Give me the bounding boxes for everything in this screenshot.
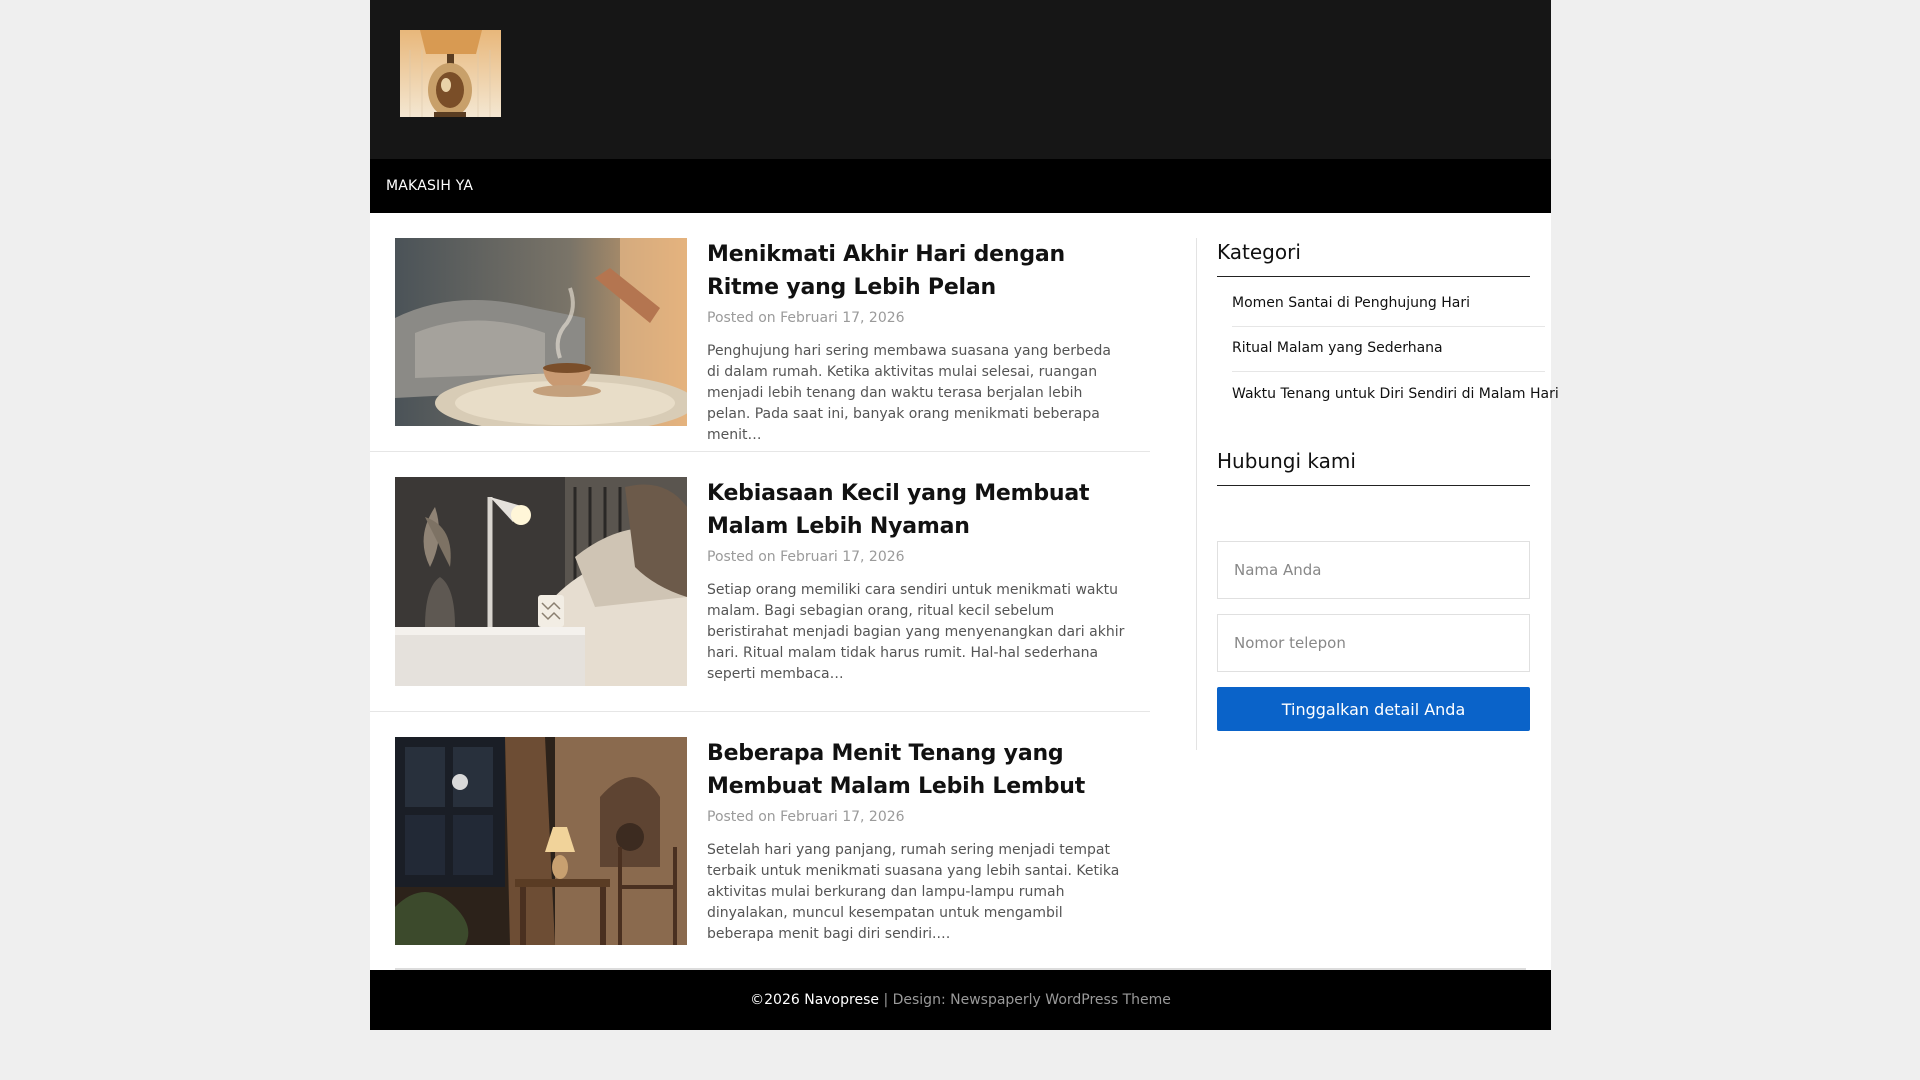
post-excerpt: Penghujung hari sering membawa suasana y…	[707, 343, 1111, 443]
post-date: Posted on Februari 17, 2026	[707, 809, 905, 825]
bedside-lamp-mug-image	[395, 477, 687, 686]
main-navigation: MAKASIH YA	[370, 159, 1551, 213]
post-content: Beberapa Menit Tenang yang Membuat Malam…	[707, 737, 1127, 945]
footer-copyright: ©2026 Navoprese	[750, 992, 879, 1008]
post-thumbnail[interactable]	[395, 737, 687, 945]
post-date: Posted on Februari 17, 2026	[707, 549, 905, 565]
post-date: Posted on Februari 17, 2026	[707, 310, 905, 326]
post-thumbnail[interactable]	[395, 238, 687, 426]
sidebar-separator	[1196, 238, 1197, 750]
post-title[interactable]: Beberapa Menit Tenang yang Membuat Malam…	[707, 737, 1127, 803]
contact-widget-title: Hubungi kami	[1217, 447, 1530, 486]
category-link[interactable]: Ritual Malam yang Sederhana	[1232, 326, 1545, 371]
page: MAKASIH YA Menikmati Akhir Hari dengan R…	[370, 0, 1559, 1030]
post-content: Menikmati Akhir Hari dengan Ritme yang L…	[707, 238, 1127, 446]
post-divider	[370, 451, 1150, 452]
post-title[interactable]: Menikmati Akhir Hari dengan Ritme yang L…	[707, 238, 1127, 304]
post-excerpt: Setiap orang memiliki cara sendiri untuk…	[707, 582, 1125, 682]
post-title[interactable]: Kebiasaan Kecil yang Membuat Malam Lebih…	[707, 477, 1127, 543]
site-header	[370, 0, 1551, 159]
evening-room-lamp-image	[395, 737, 687, 945]
footer-separator: |	[883, 992, 889, 1008]
post-excerpt: Setelah hari yang panjang, rumah sering …	[707, 842, 1120, 942]
phone-input[interactable]	[1217, 614, 1530, 672]
post-divider	[370, 711, 1150, 712]
site-footer: ©2026 Navoprese | Design: Newspaperly Wo…	[370, 970, 1551, 1030]
nav-item-makasih-ya[interactable]: MAKASIH YA	[386, 159, 473, 213]
site-logo[interactable]	[400, 30, 501, 117]
post-content: Kebiasaan Kecil yang Membuat Malam Lebih…	[707, 477, 1127, 685]
submit-details-button[interactable]: Tinggalkan detail Anda	[1217, 687, 1530, 731]
category-link[interactable]: Momen Santai di Penghujung Hari	[1232, 281, 1545, 326]
categories-widget-title: Kategori	[1217, 238, 1530, 277]
lamp-logo-icon	[400, 30, 501, 117]
tea-cup-on-sofa-image	[395, 238, 687, 426]
category-link[interactable]: Waktu Tenang untuk Diri Sendiri di Malam…	[1232, 372, 1559, 417]
post-thumbnail[interactable]	[395, 477, 687, 686]
name-input[interactable]	[1217, 541, 1530, 599]
footer-credit-link[interactable]: Design: Newspaperly WordPress Theme	[893, 992, 1171, 1008]
